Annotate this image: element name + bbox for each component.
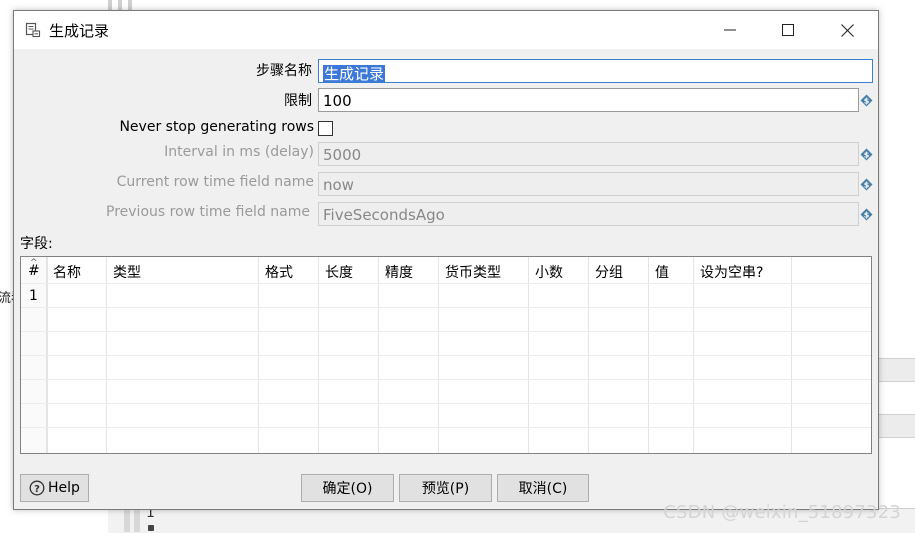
background-top-strip	[108, 0, 138, 10]
help-circle-icon: ?	[29, 480, 45, 496]
limit-label: 限制	[284, 90, 312, 110]
background-marker	[148, 525, 154, 531]
minimize-icon	[724, 24, 736, 36]
step-icon	[25, 22, 41, 38]
generate-rows-dialog: 生成记录 步骤名称 生成记录 限制 100 $ Never stop gener…	[13, 10, 879, 510]
row-divider	[21, 427, 871, 428]
svg-text:$: $	[864, 151, 870, 160]
row-divider	[21, 307, 871, 308]
row-divider	[21, 403, 871, 404]
column-header-type[interactable]: 类型	[113, 262, 141, 282]
fields-section-label: 字段:	[20, 233, 53, 253]
variable-dollar-icon[interactable]: $	[860, 94, 873, 107]
step-name-input[interactable]: 生成记录	[318, 59, 873, 83]
column-header-currency[interactable]: 货币类型	[445, 262, 501, 282]
interval-label: Interval in ms (delay)	[164, 144, 314, 160]
maximize-button[interactable]	[759, 11, 817, 49]
current-row-input[interactable]: now	[318, 172, 859, 196]
maximize-icon	[782, 24, 794, 36]
interval-input[interactable]: 5000	[318, 142, 859, 166]
column-header-decimal[interactable]: 小数	[535, 262, 563, 282]
help-label: Help	[48, 480, 80, 496]
row-divider	[21, 355, 871, 356]
column-header-format[interactable]: 格式	[265, 262, 293, 282]
background-gutter	[124, 508, 130, 532]
table-row-number[interactable]: 1	[29, 288, 38, 304]
dialog-title: 生成记录	[49, 20, 109, 41]
column-header-set-empty[interactable]: 设为空串?	[700, 262, 763, 282]
cancel-button[interactable]: 取消(C)	[497, 474, 589, 502]
help-button[interactable]: ? Help	[20, 474, 89, 502]
column-header-group[interactable]: 分组	[595, 262, 623, 282]
limit-input[interactable]: 100	[318, 88, 859, 112]
column-header-length[interactable]: 长度	[325, 262, 353, 282]
svg-text:$: $	[864, 181, 870, 190]
svg-text:?: ?	[34, 484, 40, 495]
minimize-button[interactable]	[701, 11, 759, 49]
variable-dollar-icon[interactable]: $	[860, 148, 873, 161]
background-row-bar	[878, 414, 915, 438]
column-header-value[interactable]: 值	[655, 262, 669, 282]
never-stop-checkbox[interactable]	[318, 121, 333, 136]
column-header-name[interactable]: 名称	[53, 262, 81, 282]
background-gutter	[134, 508, 140, 532]
variable-dollar-icon[interactable]: $	[860, 208, 873, 221]
current-row-label: Current row time field name	[117, 174, 314, 190]
watermark: CSDN @weixin_51897323	[663, 502, 901, 523]
column-header-precision[interactable]: 精度	[385, 262, 413, 282]
step-name-label: 步骤名称	[256, 60, 312, 80]
title-bar[interactable]: 生成记录	[14, 11, 878, 49]
previous-row-label: Previous row time field name	[106, 204, 310, 220]
previous-row-input[interactable]: FiveSecondsAgo	[318, 202, 859, 226]
svg-text:$: $	[864, 211, 870, 220]
row-divider	[21, 331, 871, 332]
ok-button[interactable]: 确定(O)	[301, 474, 394, 502]
background-row-bar	[878, 358, 915, 382]
row-divider	[21, 283, 871, 284]
close-icon	[841, 24, 854, 37]
step-name-value: 生成记录	[323, 65, 385, 83]
row-divider	[21, 379, 871, 380]
close-button[interactable]	[818, 11, 876, 49]
column-header-index[interactable]: #	[28, 263, 40, 279]
fields-table[interactable]: ^ # 名称 类型 格式 长度 精度 货币类型 小数 分组 值 设为空串? 1	[20, 256, 872, 454]
never-stop-label: Never stop generating rows	[119, 119, 314, 135]
variable-dollar-icon[interactable]: $	[860, 178, 873, 191]
preview-button[interactable]: 预览(P)	[399, 474, 492, 502]
svg-text:$: $	[864, 97, 870, 106]
